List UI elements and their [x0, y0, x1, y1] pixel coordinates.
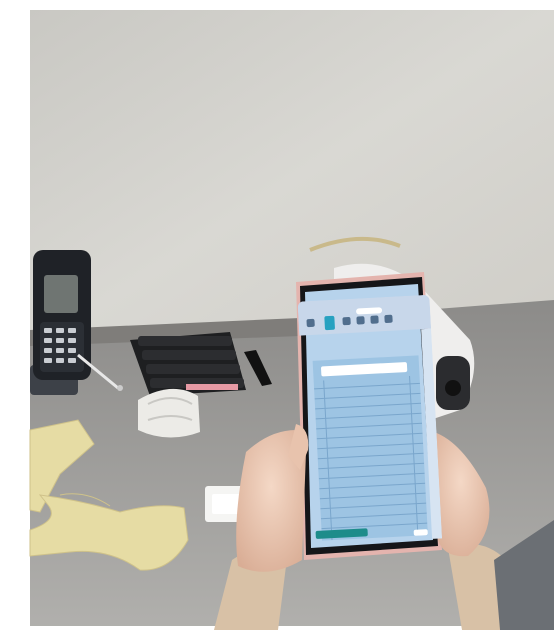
sheet-ruled-lines: [314, 375, 428, 541]
shape-icon[interactable]: [384, 314, 393, 324]
highlighter-icon[interactable]: [356, 316, 365, 325]
eraser-icon[interactable]: [370, 315, 379, 324]
menu-icon[interactable]: [306, 318, 315, 328]
tablet-screen: [297, 294, 443, 554]
dental-model: [138, 388, 200, 438]
wall: [30, 10, 554, 350]
pink-card: [186, 384, 238, 390]
pen-icon[interactable]: [342, 316, 351, 326]
photo-scene: [0, 0, 554, 630]
left-margin: [0, 0, 30, 630]
cordless-phone: [30, 250, 91, 395]
active-tool-icon[interactable]: [324, 315, 336, 331]
app-toolbar: [297, 294, 432, 336]
bottom-button[interactable]: [413, 529, 428, 536]
top-margin: [0, 0, 554, 10]
instrument-tip: [117, 385, 123, 391]
